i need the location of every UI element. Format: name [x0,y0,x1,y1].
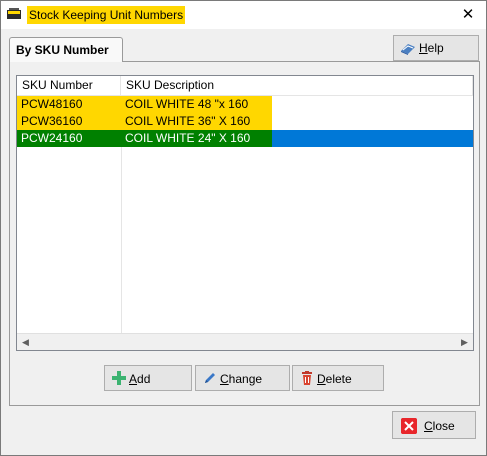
change-button[interactable]: Change [195,365,290,391]
change-label: Change [220,372,263,386]
column-header-sku-number[interactable]: SKU Number [17,76,121,95]
sku-number-cell: PCW48160 [17,96,121,113]
close-label: Close [424,419,455,433]
delete-button[interactable]: Delete [292,365,384,391]
add-label: Add [129,372,151,386]
help-label: Help [419,41,444,55]
delete-label: Delete [317,372,352,386]
pencil-icon [205,373,215,383]
table-row[interactable]: PCW36160 COIL WHITE 36" X 160 [17,113,473,130]
help-button[interactable]: Help [393,35,479,61]
plus-icon [112,371,126,385]
grid-header: SKU Number SKU Description [17,76,473,96]
horizontal-scrollbar[interactable]: ◀ ▶ [17,333,473,350]
trash-icon [302,371,312,385]
window-title: Stock Keeping Unit Numbers [27,6,186,24]
scroll-left-icon[interactable]: ◀ [17,334,34,350]
column-header-sku-description[interactable]: SKU Description [121,76,473,95]
tab-by-sku-number[interactable]: By SKU Number [9,37,123,62]
sku-dialog: Stock Keeping Unit Numbers ✕ By SKU Numb… [0,0,487,456]
sku-description-cell: COIL WHITE 36" X 160 [121,113,272,130]
table-row[interactable]: PCW48160 COIL WHITE 48 "x 160 [17,96,473,113]
title-bar: Stock Keeping Unit Numbers ✕ [1,1,486,29]
add-button[interactable]: Add [104,365,192,391]
sku-number-cell: PCW24160 [17,130,121,147]
help-book-icon [401,44,415,55]
selection-bar [272,130,473,147]
window-close-icon[interactable]: ✕ [456,4,480,26]
sku-grid[interactable]: SKU Number SKU Description PCW48160 COIL… [16,75,474,351]
sku-number-cell: PCW36160 [17,113,121,130]
sku-description-cell: COIL WHITE 24" X 160 [121,130,272,147]
table-row-selected[interactable]: PCW24160 COIL WHITE 24" X 160 [17,130,473,147]
tab-label: By SKU Number [16,43,109,57]
close-button[interactable]: Close [392,411,476,439]
sku-app-icon [7,8,21,19]
scroll-right-icon[interactable]: ▶ [456,334,473,350]
sku-description-cell: COIL WHITE 48 "x 160 [121,96,272,113]
close-icon [401,418,417,434]
